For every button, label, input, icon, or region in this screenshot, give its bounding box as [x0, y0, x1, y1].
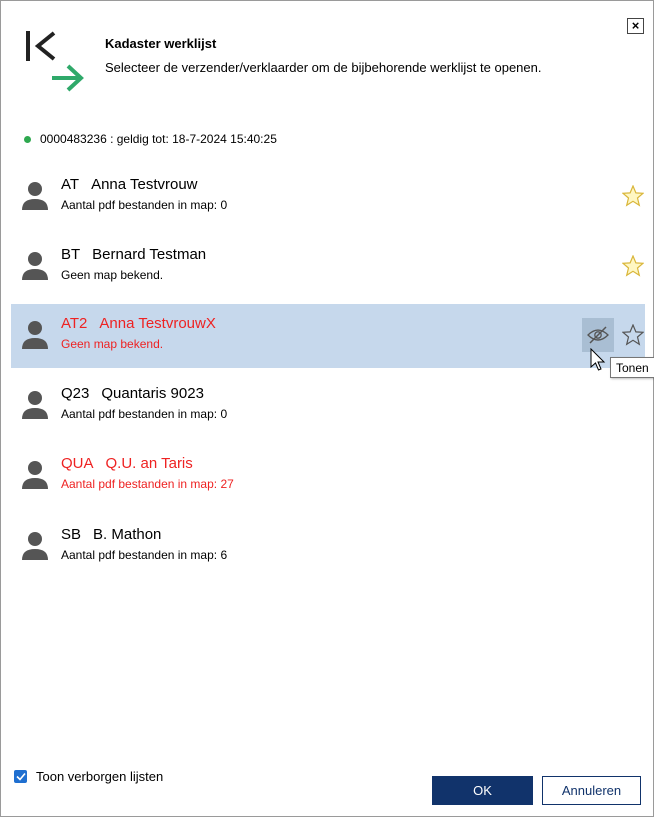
list-item[interactable]: BT Bernard Testman Geen map bekend. — [11, 235, 645, 299]
star-icon[interactable] — [622, 255, 644, 277]
item-name: AT2 Anna TestvrouwX — [61, 315, 216, 332]
person-icon — [22, 252, 48, 280]
show-hidden-toggle-button[interactable] — [582, 318, 614, 352]
item-name: QUA Q.U. an Taris — [61, 455, 193, 472]
list-item[interactable]: SB B. Mathon Aantal pdf bestanden in map:… — [11, 515, 645, 579]
item-info: Geen map bekend. — [61, 268, 164, 282]
dialog-window: × Kadaster werklijst Selecteer de verzen… — [0, 0, 654, 817]
close-button[interactable]: × — [627, 18, 644, 34]
star-outline-icon[interactable] — [622, 324, 644, 346]
list-item[interactable]: AT Anna Testvrouw Aantal pdf bestanden in… — [11, 165, 645, 229]
person-icon — [22, 321, 48, 349]
person-icon — [22, 391, 48, 419]
list-item[interactable]: QUA Q.U. an Taris Aantal pdf bestanden in… — [11, 444, 645, 508]
eye-slash-icon — [587, 326, 609, 344]
mouse-cursor-icon — [590, 348, 606, 371]
kadaster-logo-icon — [26, 31, 84, 92]
person-icon — [22, 182, 48, 210]
list-item[interactable]: Q23 Quantaris 9023 Aantal pdf bestanden i… — [11, 374, 645, 438]
ok-button[interactable]: OK — [432, 776, 533, 805]
item-name: Q23 Quantaris 9023 — [61, 385, 204, 402]
item-info: Aantal pdf bestanden in map: 0 — [61, 407, 228, 421]
item-info: Aantal pdf bestanden in map: 6 — [61, 548, 228, 562]
certificate-status-text: 0000483236 : geldig tot: 18-7-2024 15:40… — [40, 132, 277, 146]
show-hidden-lists-checkbox[interactable]: Toon verborgen lijsten — [14, 769, 163, 784]
item-info: Aantal pdf bestanden in map: 27 — [61, 477, 234, 491]
person-icon — [22, 532, 48, 560]
person-icon — [22, 461, 48, 489]
checkbox-label: Toon verborgen lijsten — [36, 769, 164, 784]
cancel-button[interactable]: Annuleren — [542, 776, 641, 805]
list-item-selected[interactable]: AT2 Anna TestvrouwX Geen map bekend. — [11, 304, 645, 368]
checkbox-checked-icon — [14, 770, 27, 783]
dialog-title: Kadaster werklijst — [105, 36, 217, 51]
item-name: AT Anna Testvrouw — [61, 176, 198, 193]
certificate-status: 0000483236 : geldig tot: 18-7-2024 15:40… — [24, 132, 277, 146]
item-info: Geen map bekend. — [61, 337, 164, 351]
status-dot-icon — [24, 135, 31, 143]
dialog-subtitle: Selecteer de verzender/verklaarder om de… — [105, 60, 542, 75]
star-icon[interactable] — [622, 185, 644, 207]
item-info: Aantal pdf bestanden in map: 0 — [61, 198, 228, 212]
item-name: SB B. Mathon — [61, 526, 162, 543]
tooltip: Tonen — [610, 357, 654, 378]
item-name: BT Bernard Testman — [61, 246, 207, 263]
